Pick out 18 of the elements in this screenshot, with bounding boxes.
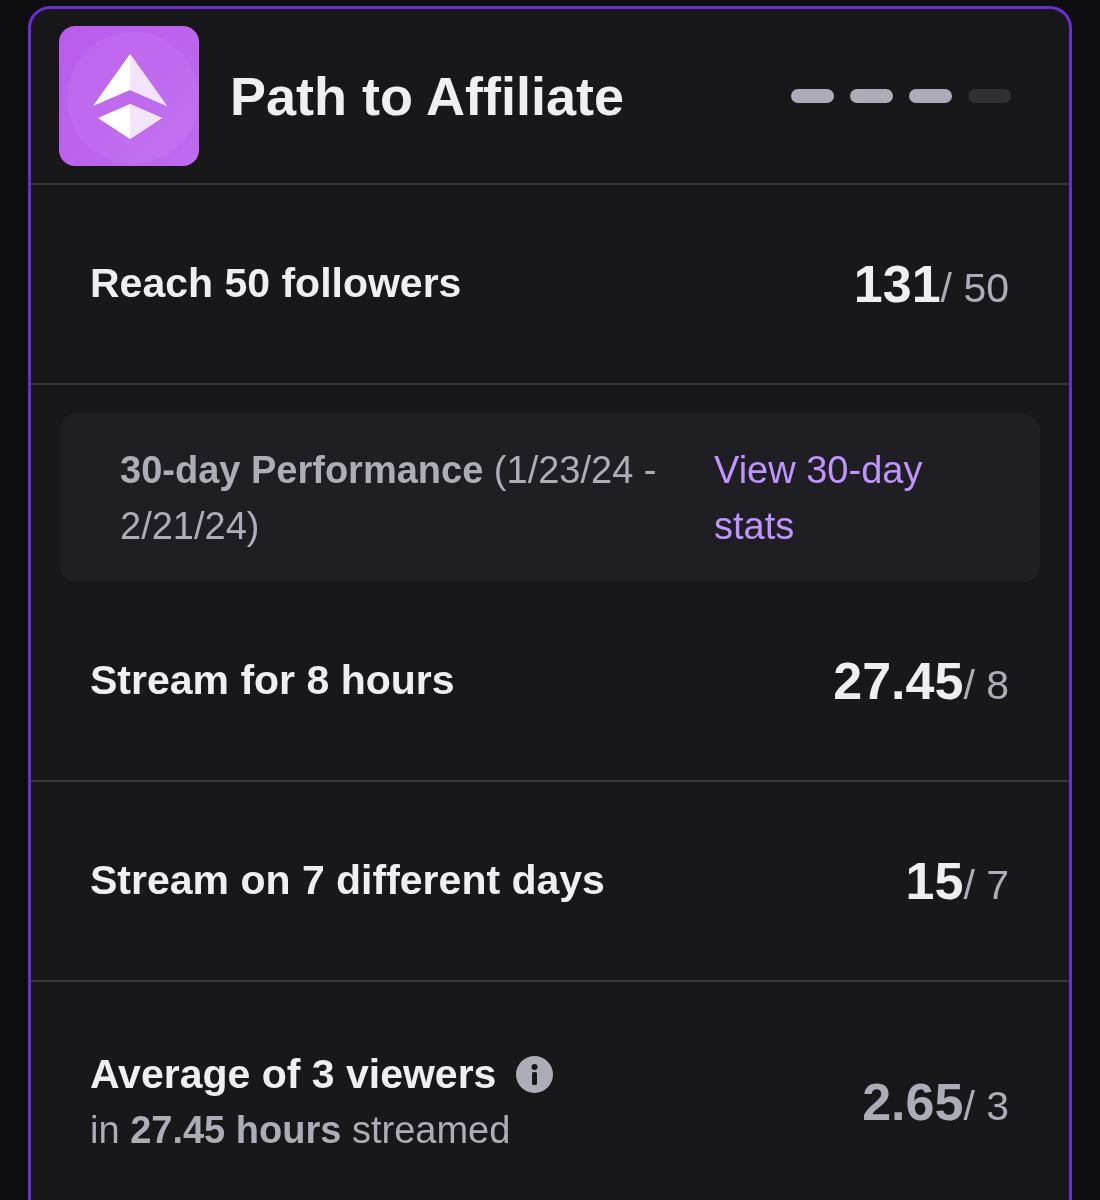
current-value: 2.65 [862, 1072, 964, 1132]
goal-value: / 8 [963, 662, 1009, 709]
requirement-label: Reach 50 followers [90, 259, 462, 309]
logo-icon [59, 26, 199, 166]
goal-value: / 50 [940, 265, 1009, 312]
current-value: 131 [853, 254, 941, 314]
performance-summary: 30-day Performance (1/23/24 - 2/21/24) [120, 448, 658, 549]
current-value: 15 [905, 851, 964, 911]
stats-link[interactable]: View 30-day stats [714, 442, 964, 554]
card-title: Path to Affiliate [230, 64, 625, 128]
info-icon[interactable] [516, 1055, 554, 1093]
requirement-label: Average of 3 viewers [90, 1049, 497, 1099]
requirement-note: in 27.45 hours streamed [90, 1108, 512, 1154]
goal-value: / 7 [963, 862, 1009, 909]
requirement-label: Stream on 7 different days [90, 856, 605, 906]
requirement-label: Stream for 8 hours [90, 656, 455, 706]
current-value: 27.45 [833, 651, 964, 711]
goal-value: / 3 [963, 1083, 1009, 1130]
